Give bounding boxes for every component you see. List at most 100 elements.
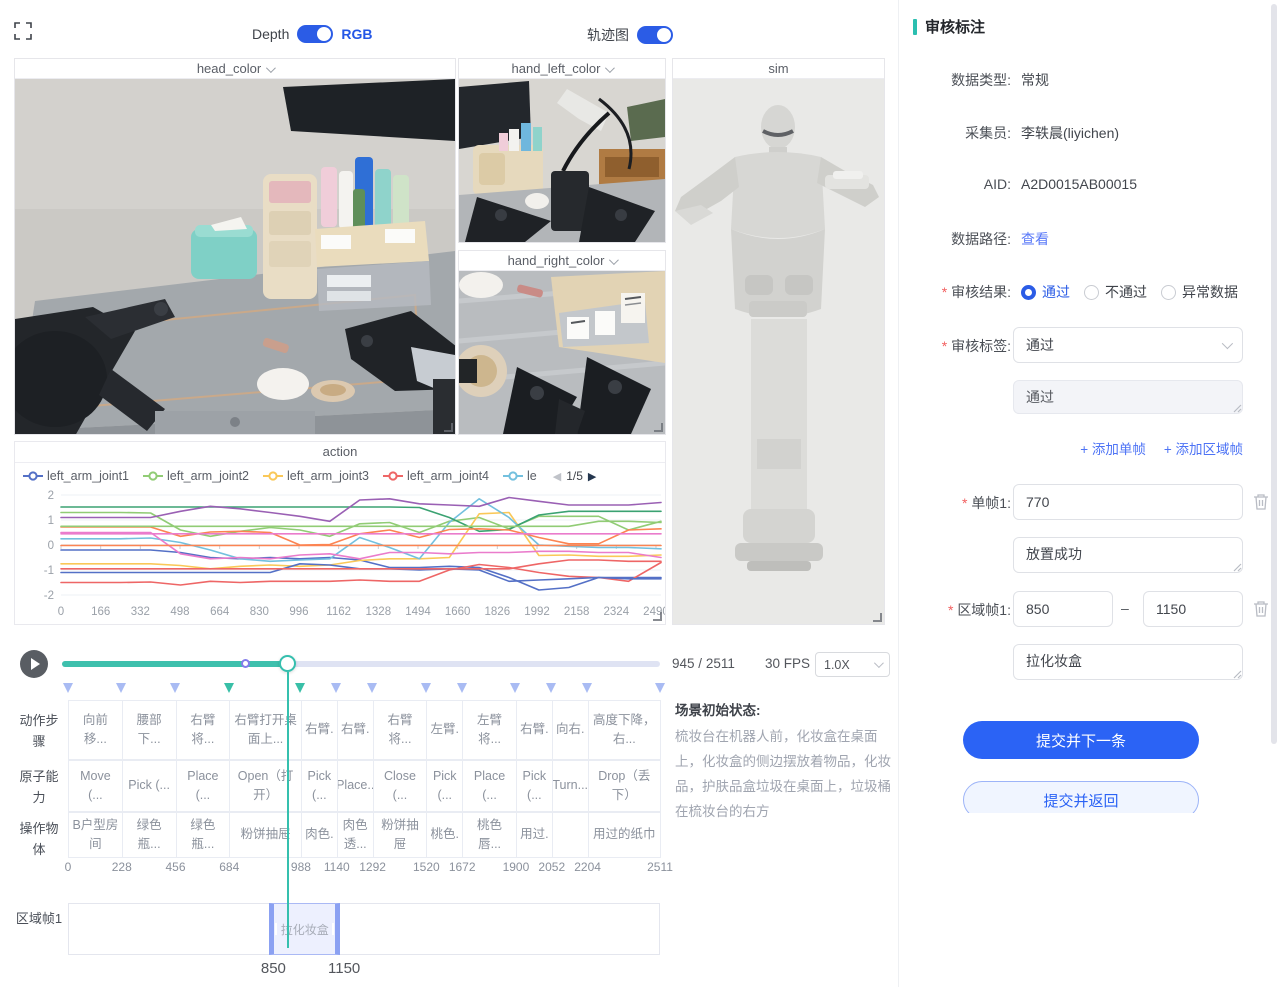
region-frame-track[interactable]: 拉化妆盒	[68, 903, 660, 955]
segment-cell[interactable]: Pick (...	[122, 760, 177, 812]
slider-handle[interactable]	[279, 655, 296, 672]
segment-cell[interactable]: B户型房间	[68, 812, 123, 858]
delete-region-frame-icon[interactable]	[1253, 600, 1269, 617]
review-tag-select[interactable]: 通过	[1013, 327, 1243, 363]
segment-cell[interactable]: Drop（丢下）	[588, 760, 661, 812]
frame-marker-988[interactable]	[295, 683, 305, 693]
playback-slider[interactable]	[62, 661, 660, 667]
segment-cell[interactable]: 绿色瓶...	[176, 812, 231, 858]
page: Depth RGB 轨迹图 head_color	[0, 0, 1280, 987]
series-right_arm_joint1	[61, 498, 661, 522]
segment-cell[interactable]: 肉色透...	[337, 812, 374, 858]
data-path-view-link[interactable]: 查看	[1021, 229, 1049, 249]
region-frame-label: 区域帧1:	[899, 600, 1011, 620]
segment-cell[interactable]: 绿色瓶...	[122, 812, 177, 858]
legend-item-left_arm_joint1[interactable]: left_arm_joint1	[23, 469, 129, 483]
segment-cell[interactable]: 用过的纸巾	[588, 812, 661, 858]
segment-cell[interactable]: 高度下降，右...	[588, 700, 661, 760]
legend-item-le[interactable]: le	[503, 469, 537, 483]
resize-corner[interactable]	[873, 613, 882, 622]
segment-cell[interactable]: Pick (...	[426, 760, 463, 812]
legend-item-left_arm_joint4[interactable]: left_arm_joint4	[383, 469, 489, 483]
single-frame-input[interactable]	[1013, 484, 1243, 520]
frame-marker-684[interactable]	[224, 683, 234, 693]
segment-cell[interactable]: 左臂.	[426, 700, 463, 760]
resize-corner[interactable]	[653, 612, 662, 621]
frame-marker-2511[interactable]	[655, 683, 665, 693]
frame-marker-1900[interactable]	[510, 683, 520, 693]
submit-return-button[interactable]: 提交并返回	[963, 781, 1199, 813]
frame-marker-228[interactable]	[116, 683, 126, 693]
trajectory-toggle-group: 轨迹图	[587, 25, 673, 45]
segment-cell[interactable]	[552, 812, 589, 858]
segment-cell[interactable]: Turn...	[552, 760, 589, 812]
segment-cell[interactable]: Pick (...	[516, 760, 553, 812]
segment-cell[interactable]: 右臂.	[516, 700, 553, 760]
speed-select[interactable]: 1.0X	[815, 652, 890, 677]
radio-异常数据[interactable]: 异常数据	[1161, 282, 1238, 302]
add-single-frame-button[interactable]: + 添加单帧	[1080, 438, 1146, 458]
head-color-selector[interactable]: head_color	[15, 59, 455, 79]
segment-cell[interactable]: Place (...	[462, 760, 517, 812]
frame-marker-1672[interactable]	[457, 683, 467, 693]
segment-cell[interactable]: 右臂打开桌面上...	[229, 700, 302, 760]
hand-left-color-selector[interactable]: hand_left_color	[459, 59, 665, 79]
segment-cell[interactable]: 桃色.	[426, 812, 463, 858]
segment-cell[interactable]: 右臂.	[337, 700, 374, 760]
segment-cell[interactable]: 粉饼抽屉	[373, 812, 428, 858]
segment-cell[interactable]: Close (...	[373, 760, 428, 812]
legend-item-left_arm_joint2[interactable]: left_arm_joint2	[143, 469, 249, 483]
add-region-frame-button[interactable]: + 添加区域帧	[1164, 438, 1243, 458]
panel-scrollbar[interactable]	[1271, 4, 1277, 744]
review-tag-label: 审核标签:	[899, 336, 1011, 356]
resize-corner[interactable]	[654, 423, 663, 432]
review-tag-note[interactable]: 通过	[1013, 380, 1243, 414]
frame-marker-2204[interactable]	[582, 683, 592, 693]
segment-cell[interactable]: 粉饼抽屉	[229, 812, 302, 858]
region-right-handle[interactable]	[332, 923, 334, 935]
depth-rgb-toggle[interactable]	[297, 25, 333, 43]
svg-text:1328: 1328	[366, 606, 392, 618]
segment-cell[interactable]: 肉色.	[301, 812, 338, 858]
region-frame-note[interactable]: 拉化妆盒	[1013, 644, 1243, 680]
collector-label: 采集员:	[899, 123, 1011, 143]
segment-cell[interactable]: 向前移...	[68, 700, 123, 760]
delete-single-frame-icon[interactable]	[1253, 493, 1269, 510]
legend-item-left_arm_joint3[interactable]: left_arm_joint3	[263, 469, 369, 483]
segment-cell[interactable]: Place..	[337, 760, 374, 812]
segment-cell[interactable]: 腰部下...	[122, 700, 177, 760]
segment-cell[interactable]: 右臂.	[301, 700, 338, 760]
legend-next-icon[interactable]: ▶	[588, 470, 596, 483]
svg-text:996: 996	[289, 606, 308, 618]
resize-corner[interactable]	[444, 423, 453, 432]
segment-cell[interactable]: Place (...	[176, 760, 231, 812]
region-left-handle[interactable]	[275, 923, 277, 935]
hand-right-color-selector[interactable]: hand_right_color	[459, 251, 665, 271]
radio-不通过[interactable]: 不通过	[1084, 282, 1147, 302]
single-frame-note[interactable]: 放置成功	[1013, 537, 1243, 573]
radio-通过[interactable]: 通过	[1021, 282, 1070, 302]
frame-marker-1292[interactable]	[367, 683, 377, 693]
frame-marker-1140[interactable]	[331, 683, 341, 693]
region-start-input[interactable]	[1013, 591, 1113, 627]
frame-marker-1520[interactable]	[421, 683, 431, 693]
trajectory-toggle[interactable]	[637, 26, 673, 44]
segment-cell[interactable]: Move (...	[68, 760, 123, 812]
segment-cell[interactable]: Open（打开）	[229, 760, 302, 812]
legend-prev-icon[interactable]: ◀	[553, 470, 561, 483]
segment-cell[interactable]: 向右.	[552, 700, 589, 760]
region-frame-highlight[interactable]: 拉化妆盒	[269, 903, 340, 955]
fullscreen-icon[interactable]	[14, 22, 32, 40]
region-end-input[interactable]	[1143, 591, 1243, 627]
segment-cell[interactable]: Pick (...	[301, 760, 338, 812]
segment-cell[interactable]: 用过.	[516, 812, 553, 858]
frame-marker-2052[interactable]	[546, 683, 556, 693]
segment-cell[interactable]: 右臂将...	[373, 700, 428, 760]
segment-cell[interactable]: 桃色唇...	[462, 812, 517, 858]
submit-next-button[interactable]: 提交并下一条	[963, 721, 1199, 759]
frame-marker-456[interactable]	[170, 683, 180, 693]
segment-cell[interactable]: 左臂将...	[462, 700, 517, 760]
segment-cell[interactable]: 右臂将...	[176, 700, 231, 760]
play-button[interactable]	[20, 650, 48, 678]
frame-marker-0[interactable]	[63, 683, 73, 693]
